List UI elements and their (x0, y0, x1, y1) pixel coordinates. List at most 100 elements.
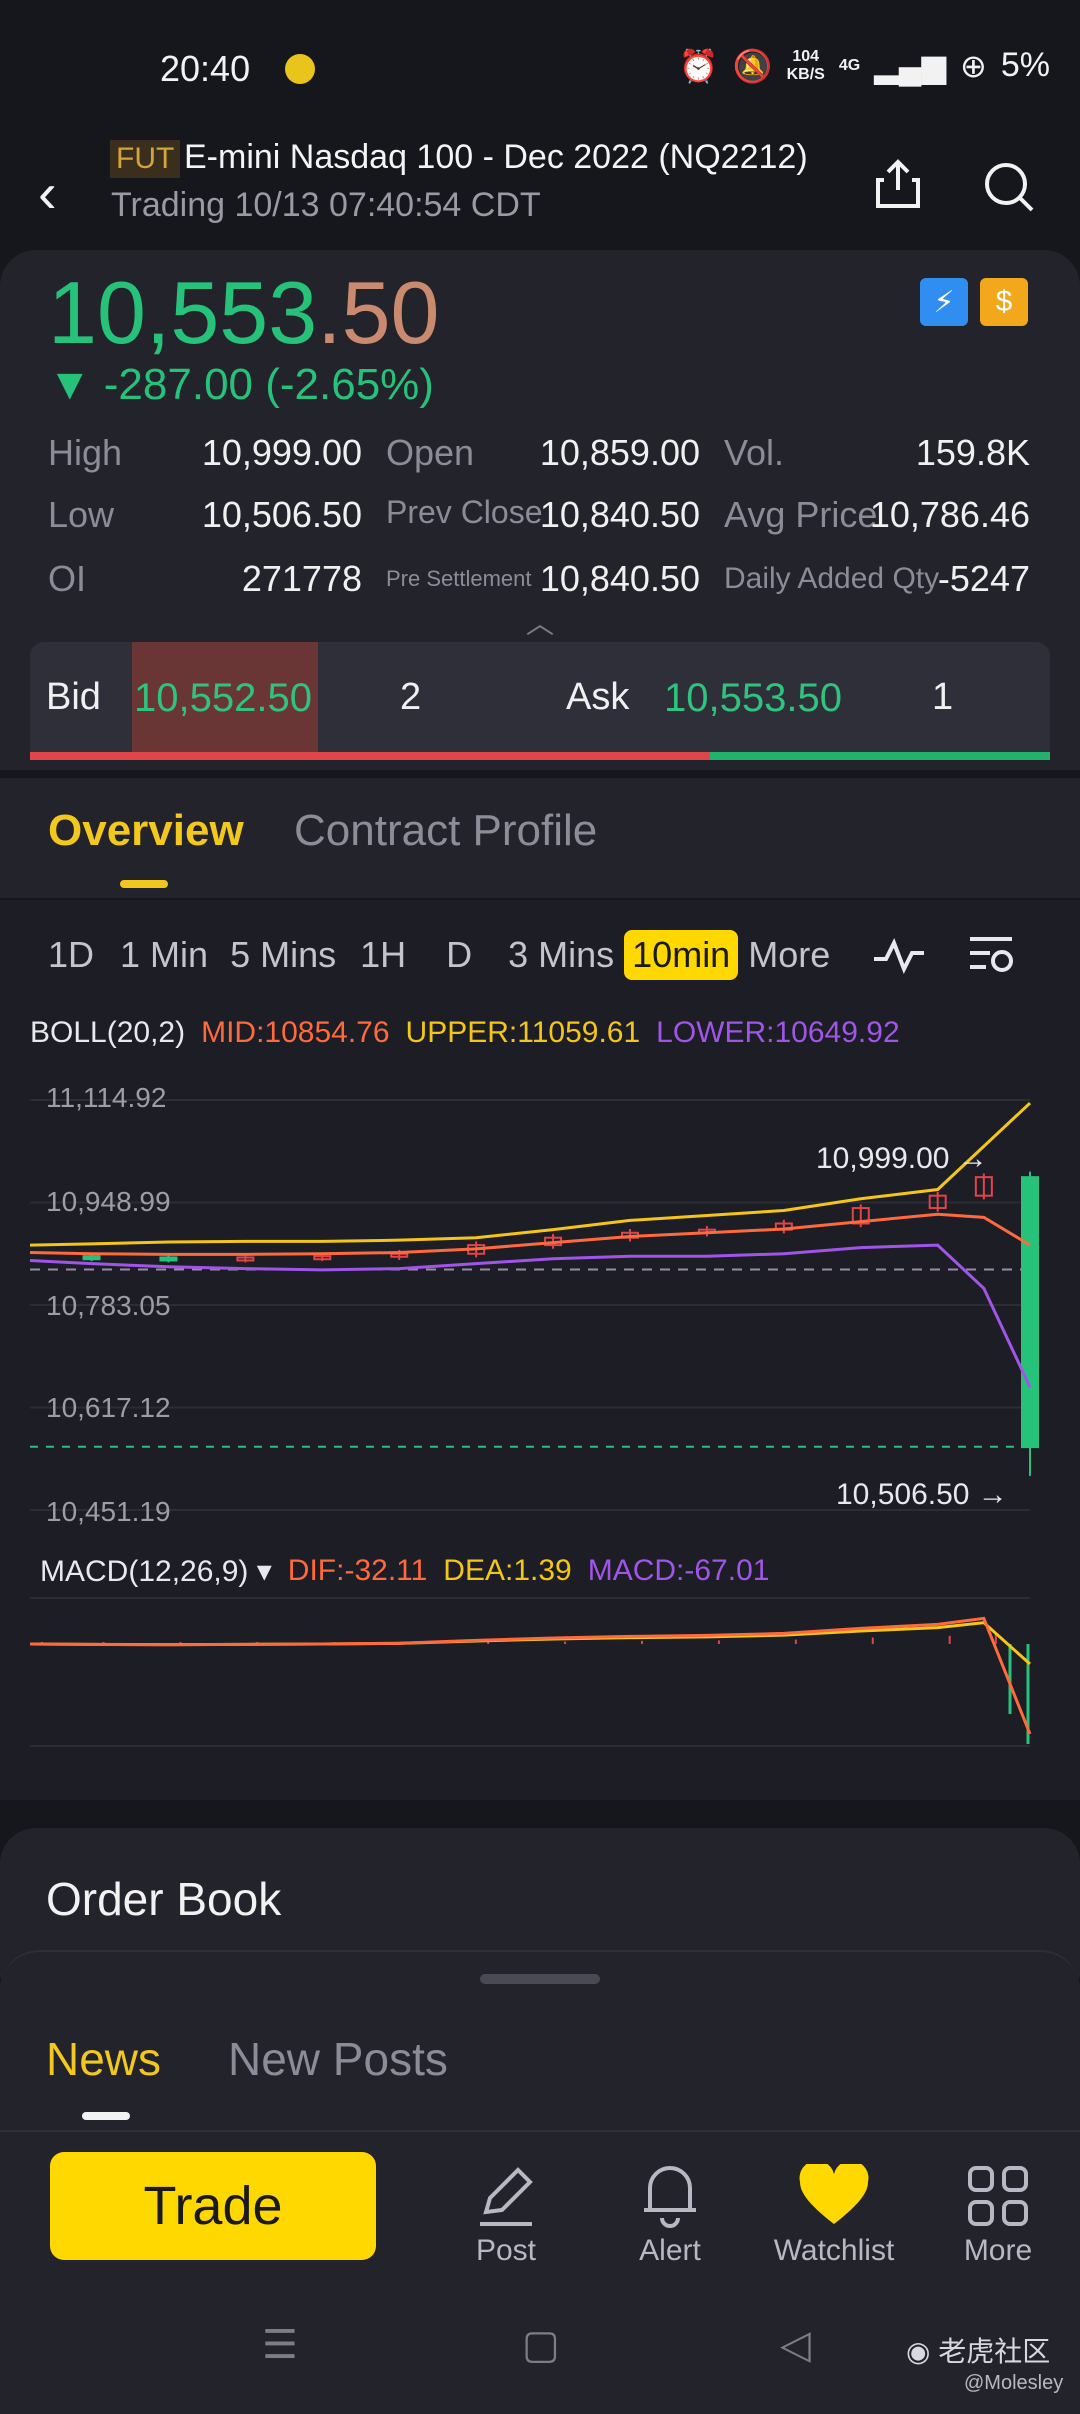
nav-watchlist[interactable]: Watchlist (764, 2152, 904, 2268)
macd-value: MACD:-67.01 (587, 1554, 770, 1587)
grid-icon (968, 2166, 1028, 2226)
stat-value-low: 10,506.50 (201, 494, 362, 535)
bid-label: Bid (46, 676, 101, 718)
share-icon[interactable] (872, 158, 924, 210)
stat-value-prev-close: 10,840.50 (539, 494, 700, 535)
network-speed: 104 KB/S (786, 47, 825, 83)
battery-saver-icon: ⊕ (960, 47, 987, 84)
nav-alert[interactable]: Alert (610, 2152, 730, 2268)
app-notification-icon (285, 54, 315, 84)
tab-overview[interactable]: Overview (48, 806, 244, 856)
macd-legend: MACD(12,26,9) ▾ DIF:-32.11 DEA:1.39 MACD… (40, 1554, 769, 1589)
flash-badge-icon[interactable]: ⚡ (920, 278, 968, 326)
macd-name[interactable]: MACD(12,26,9) ▾ (40, 1554, 272, 1589)
stat-value-high: 10,999.00 (201, 432, 362, 473)
stat-value-open: 10,859.00 (539, 432, 700, 473)
low-marker: 10,506.50 → (836, 1478, 1008, 1511)
boll-name: BOLL(20,2) (30, 1016, 186, 1049)
y-tick-label: 10,617.12 (46, 1392, 171, 1423)
ask-depth-bar (710, 752, 1050, 760)
mute-icon: 🔕 (732, 47, 773, 84)
y-tick-label: 11,114.92 (46, 1082, 167, 1113)
trading-status: Trading 10/13 07:40:54 CDT (111, 186, 541, 224)
interval-3mins[interactable]: 3 Mins (508, 934, 614, 976)
futures-badge: FUT (110, 140, 181, 178)
macd-chart[interactable] (0, 1596, 1080, 1756)
stat-label-oi: OI (48, 558, 87, 599)
status-bar: 20:40 ⏰ 🔕 104 KB/S 4G ▂▄▆ ⊕ 5% (0, 0, 1080, 130)
stat-label-daily-added-qty: Daily Added Qty (724, 562, 940, 595)
watermark-brand: ◉ 老虎社区 (906, 2336, 1051, 2367)
system-home-icon[interactable]: ▢ (522, 2322, 560, 2368)
candle-body (82, 1255, 101, 1261)
back-arrow-icon[interactable]: ‹ (38, 160, 57, 225)
stat-value-oi: 271778 (241, 558, 362, 599)
nav-post[interactable]: Post (446, 2152, 566, 2268)
ask-label: Ask (566, 676, 630, 718)
signal-icon: ▂▄▆ (874, 47, 947, 84)
stat-value-avg-price: 10,786.46 (869, 494, 1030, 535)
network-type: 4G (838, 56, 861, 74)
interval-1h[interactable]: 1H (360, 934, 406, 976)
boll-legend: BOLL(20,2) MID:10854.76 UPPER:11059.61 L… (30, 1016, 900, 1050)
nav-more-label: More (963, 2234, 1033, 2267)
stat-label-high: High (48, 432, 123, 473)
status-icons: ⏰ 🔕 104 KB/S 4G ▂▄▆ ⊕ 5% (679, 46, 1050, 85)
stat-label-vol: Vol. (724, 432, 785, 473)
boll-mid: MID:10854.76 (201, 1016, 390, 1049)
alarm-icon: ⏰ (678, 47, 719, 84)
tab-underline (120, 880, 168, 888)
interval-10min[interactable]: 10min (624, 930, 739, 980)
collapse-chevron-icon[interactable]: ︿ (526, 602, 554, 642)
ask-qty: 1 (932, 676, 954, 718)
heart-icon (799, 2164, 869, 2224)
system-menu-icon[interactable]: ☰ (262, 2322, 298, 2368)
interval-1min[interactable]: 1 Min (120, 934, 208, 976)
nav-watchlist-label: Watchlist (773, 2234, 895, 2267)
y-tick-label: 10,948.99 (46, 1186, 171, 1217)
boll-upper: UPPER:11059.61 (405, 1016, 641, 1049)
stat-label-pre-settlement: Pre Settlement (386, 566, 532, 591)
page-title: E-mini Nasdaq 100 - Dec 2022 (NQ2212) (184, 138, 808, 176)
stat-value-daily-added-qty: -5247 (937, 558, 1030, 599)
boll-lower: LOWER:10649.92 (656, 1016, 900, 1049)
nav-alert-label: Alert (639, 2234, 701, 2267)
stat-value-pre-settlement: 10,840.50 (539, 558, 700, 599)
tab-news[interactable]: News (46, 2032, 161, 2086)
stat-value-vol: 159.8K (915, 432, 1030, 473)
stat-label-low: Low (48, 494, 115, 535)
tab-new-posts[interactable]: New Posts (228, 2032, 448, 2086)
price-change: ▼ -287.00 (-2.65%) (48, 360, 434, 409)
ask-price: 10,553.50 (664, 676, 842, 720)
y-tick-label: 10,451.19 (46, 1496, 171, 1527)
dollar-badge-icon[interactable]: $ (980, 278, 1028, 326)
nav-post-label: Post (475, 2234, 537, 2267)
nav-more[interactable]: More (938, 2152, 1058, 2268)
macd-dea: DEA:1.39 (443, 1554, 572, 1587)
status-time: 20:40 (160, 48, 251, 89)
watermark-user: @Molesley (964, 2372, 1064, 2394)
sheet-drag-handle[interactable] (480, 1974, 600, 1984)
indicator-icon[interactable] (872, 935, 926, 975)
trade-button[interactable]: Trade (50, 2152, 376, 2260)
macd-dif-line (29, 1616, 1032, 1735)
interval-5mins[interactable]: 5 Mins (230, 934, 336, 976)
interval-more[interactable]: More (748, 934, 830, 976)
stat-label-open: Open (386, 432, 475, 473)
y-tick-label: 10,783.05 (46, 1290, 171, 1321)
pencil-icon (480, 2167, 533, 2226)
tab-contract-profile[interactable]: Contract Profile (294, 806, 597, 856)
system-back-icon[interactable]: ◁ (780, 2322, 811, 2368)
bell-icon (644, 2166, 696, 2228)
interval-d[interactable]: D (446, 934, 472, 976)
chart-settings-icon[interactable] (968, 933, 1016, 977)
battery-level: 5% (1000, 46, 1050, 84)
bid-qty: 2 (400, 676, 422, 718)
news-tab-underline (82, 2112, 130, 2120)
order-book-title[interactable]: Order Book (46, 1872, 281, 1926)
candle-body (159, 1256, 178, 1262)
boll-lower-line (29, 1243, 1032, 1388)
interval-1d[interactable]: 1D (48, 934, 94, 976)
tiger-logo-icon: ◉ (906, 2336, 931, 2367)
search-icon[interactable] (980, 158, 1036, 214)
